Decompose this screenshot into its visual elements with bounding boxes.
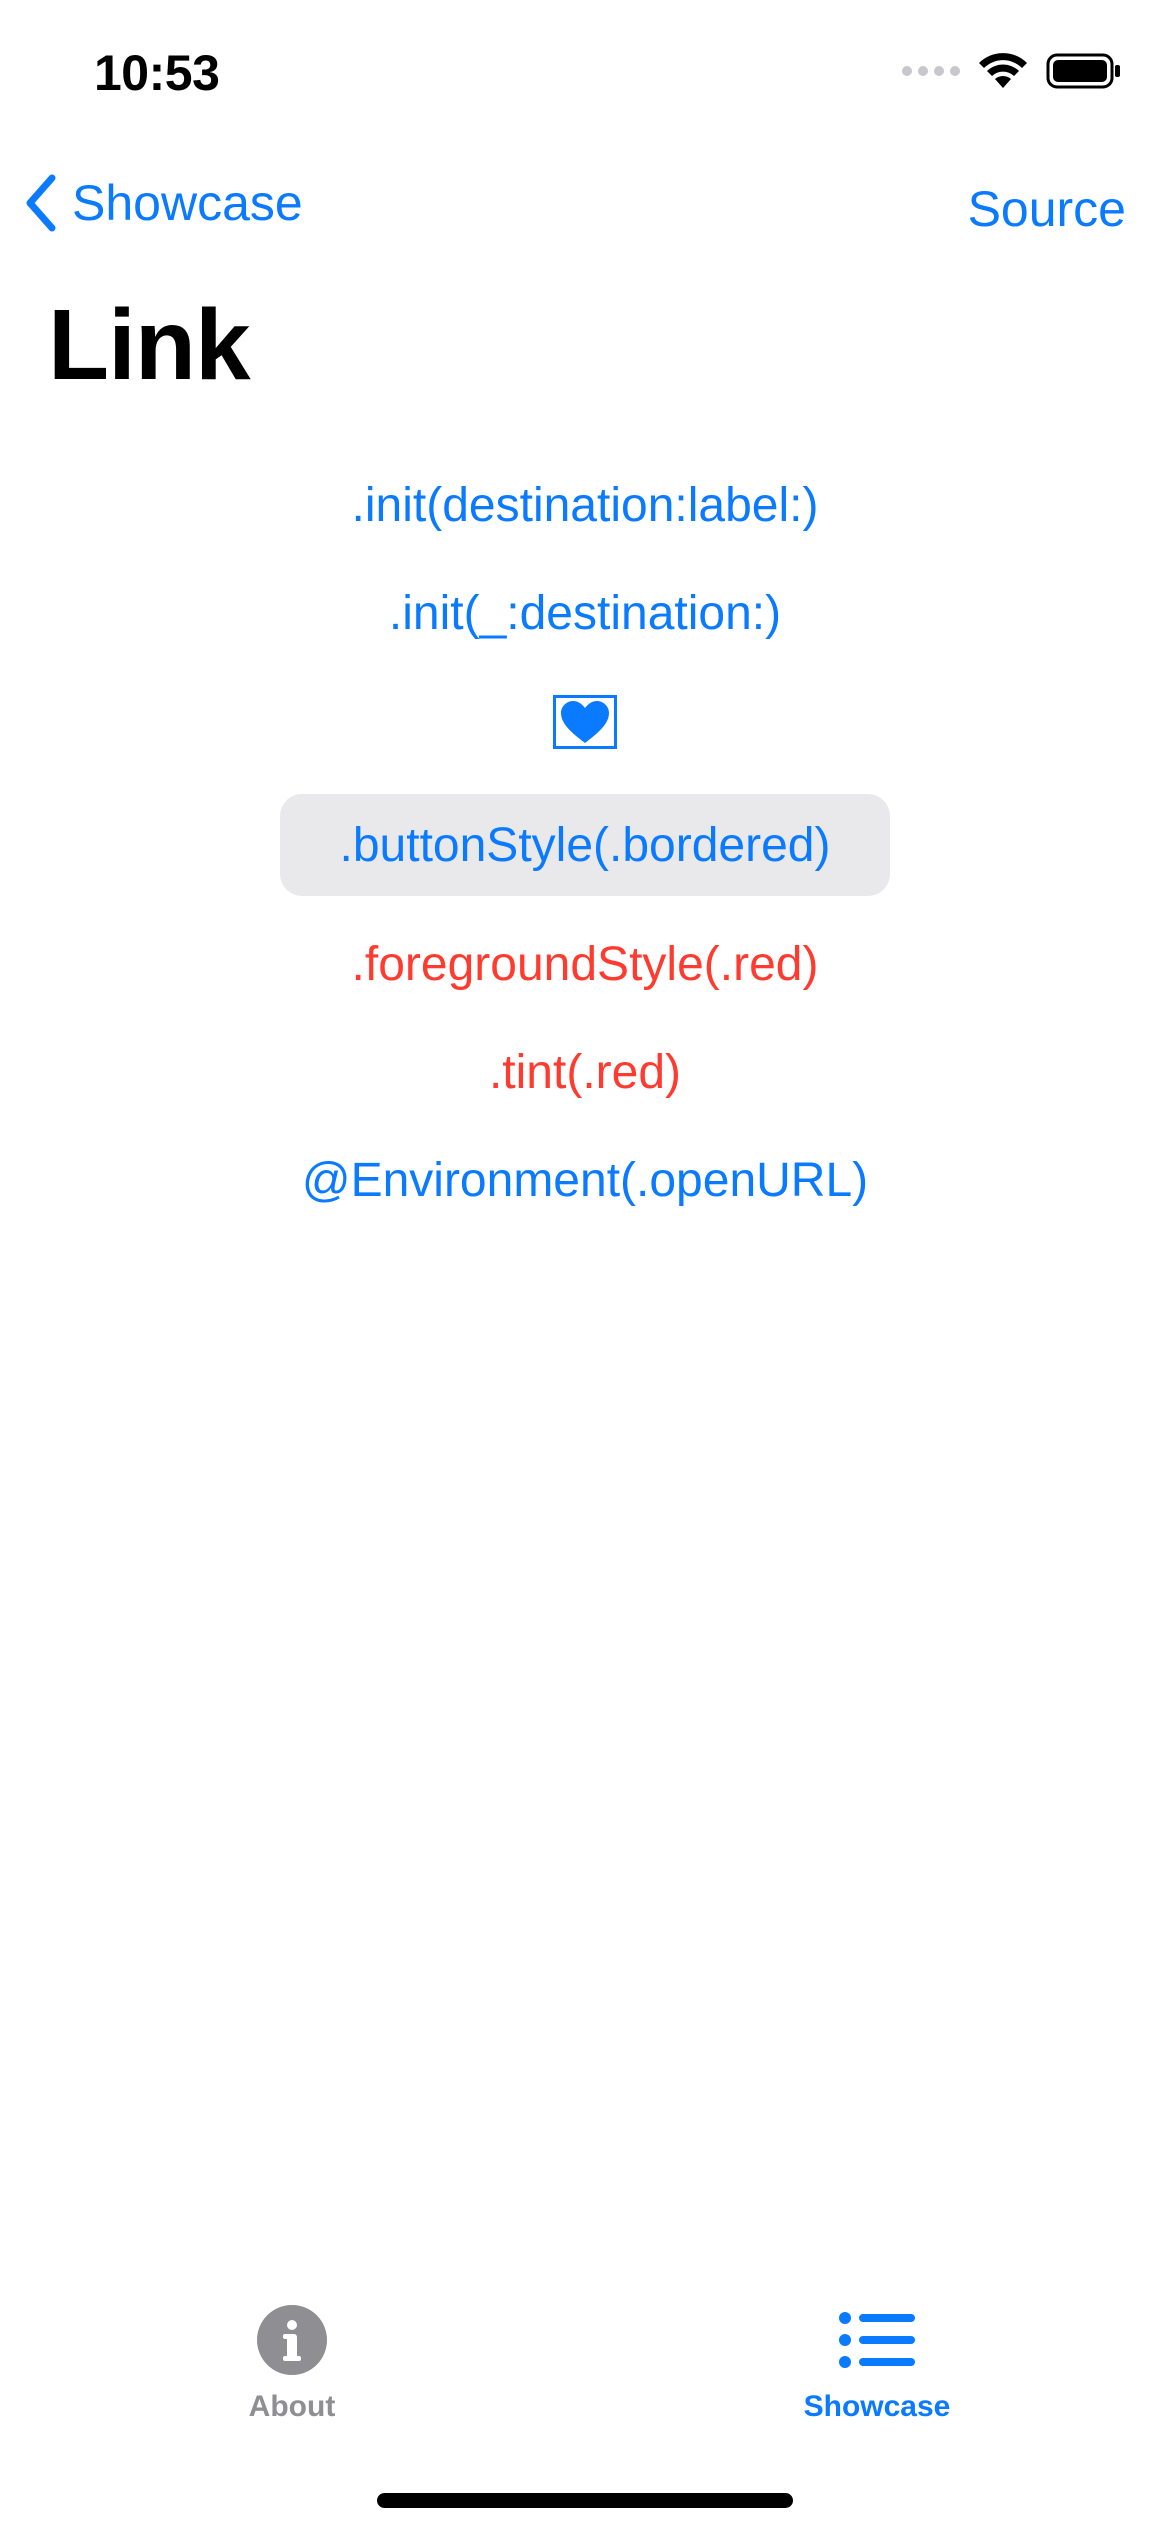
link-foreground-style-red[interactable]: .foregroundStyle(.red) (0, 937, 1170, 992)
bordered-button-link[interactable]: .buttonStyle(.bordered) (280, 794, 890, 896)
link-tint-red[interactable]: .tint(.red) (0, 1045, 1170, 1100)
battery-icon (1046, 53, 1120, 89)
info-circle-icon (257, 2305, 327, 2375)
page-title: Link (48, 289, 251, 401)
tab-about[interactable]: About (142, 2304, 442, 2424)
link-environment-open-url[interactable]: @Environment(.openURL) (0, 1153, 1170, 1208)
tab-showcase-label: Showcase (803, 2390, 951, 2423)
status-time: 10:53 (94, 45, 220, 101)
home-indicator (377, 2493, 793, 2508)
back-button[interactable]: Showcase (24, 174, 303, 232)
navigation-bar: Showcase Source (0, 160, 1170, 260)
wifi-icon (979, 53, 1027, 88)
tab-showcase[interactable]: Showcase (727, 2304, 1027, 2424)
heart-icon (561, 701, 609, 743)
link-init-underscore-destination[interactable]: .init(_:destination:) (0, 586, 1170, 641)
source-button[interactable]: Source (968, 180, 1126, 238)
tab-about-label: About (248, 2390, 336, 2423)
list-bullet-icon (839, 2312, 915, 2368)
chevron-left-icon (26, 174, 56, 232)
link-init-destination-label[interactable]: .init(destination:label:) (0, 478, 1170, 533)
cellular-signal-icon (902, 66, 960, 76)
heart-link[interactable] (553, 695, 617, 749)
status-icons (902, 52, 1122, 90)
status-bar: 10:53 (0, 0, 1170, 150)
back-button-label: Showcase (72, 175, 303, 231)
